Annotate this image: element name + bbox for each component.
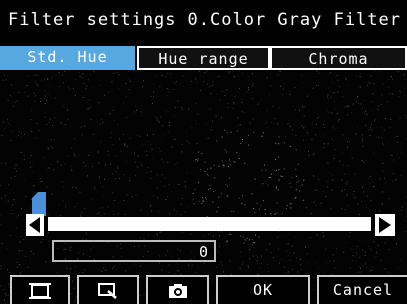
camera-icon — [168, 283, 187, 298]
slider-decrease-button[interactable] — [26, 214, 44, 236]
frame-select-icon — [29, 282, 51, 299]
filter-name: 0.Color Gray Filter — [187, 10, 401, 30]
zoom-button[interactable] — [77, 275, 139, 304]
arrow-right-icon — [379, 217, 391, 233]
tab-bar: Std. Hue Hue range Chroma — [0, 46, 407, 70]
value-display[interactable]: 0 — [52, 240, 216, 262]
screen-title: Filter settings — [8, 10, 177, 30]
frame-select-button[interactable] — [10, 275, 70, 304]
title-bar: Filter settings 0.Color Gray Filter — [0, 0, 407, 46]
tab-std-hue[interactable]: Std. Hue — [0, 46, 137, 70]
camera-image[interactable] — [0, 70, 407, 304]
capture-button[interactable] — [146, 275, 209, 304]
zoom-icon — [98, 282, 117, 299]
cancel-button[interactable]: Cancel — [317, 275, 407, 304]
tab-chroma[interactable]: Chroma — [270, 46, 407, 70]
slider-increase-button[interactable] — [375, 214, 395, 236]
value-text: 0 — [198, 243, 208, 261]
slider-thumb[interactable] — [32, 192, 46, 216]
filter-settings-screen: Filter settings 0.Color Gray Filter Std.… — [0, 0, 407, 304]
slider-track[interactable] — [48, 217, 371, 231]
tab-hue-range[interactable]: Hue range — [137, 46, 270, 70]
arrow-left-icon — [29, 217, 40, 233]
ok-button[interactable]: OK — [216, 275, 310, 304]
camera-image-noise — [0, 70, 407, 304]
